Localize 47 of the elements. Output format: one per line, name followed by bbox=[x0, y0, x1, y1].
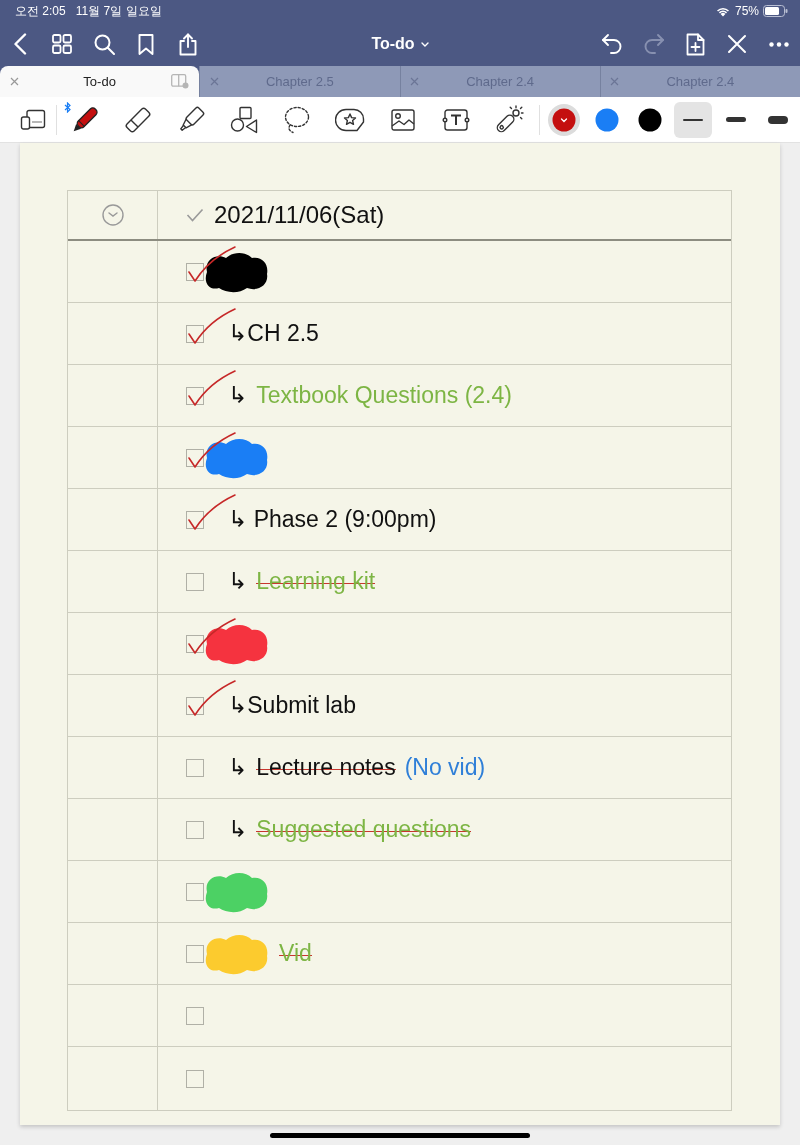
close-icon[interactable] bbox=[9, 77, 19, 86]
check-icon bbox=[186, 208, 204, 222]
handwritten-text: ↳CH 2.5 bbox=[228, 320, 319, 347]
back-icon bbox=[13, 33, 27, 55]
redo-icon bbox=[642, 33, 665, 55]
check-mark-icon bbox=[187, 244, 237, 285]
handwritten-text: (No vid) bbox=[404, 754, 486, 781]
battery-icon bbox=[763, 5, 788, 17]
battery-percent: 75% bbox=[734, 4, 759, 18]
grid-icon bbox=[52, 34, 72, 54]
line-width-icon bbox=[682, 118, 703, 121]
undo-icon bbox=[600, 33, 623, 55]
wifi-icon bbox=[714, 5, 731, 17]
lasso-icon bbox=[284, 105, 311, 134]
status-time: 오전 2:05 bbox=[15, 2, 66, 20]
text-box-icon bbox=[441, 108, 470, 131]
tab[interactable]: To-do bbox=[0, 66, 200, 97]
handwritten-text: ↳Submit lab bbox=[228, 692, 356, 719]
line-width-icon bbox=[768, 115, 789, 124]
handwritten-text: ↳ Phase 2 (9:00pm) bbox=[228, 506, 437, 533]
search-icon bbox=[93, 33, 115, 55]
check-mark-icon bbox=[187, 430, 237, 471]
stroke-width-button[interactable] bbox=[673, 101, 712, 138]
image-icon bbox=[390, 108, 415, 131]
handwritten-text: ↳ bbox=[228, 816, 248, 843]
handwritten-date: 2021/11/06(Sat) bbox=[214, 201, 385, 229]
chevron-down-icon bbox=[420, 41, 429, 47]
check-mark-icon bbox=[187, 616, 237, 657]
add-page-icon bbox=[686, 32, 705, 56]
chevron-down-icon bbox=[560, 117, 567, 122]
more-icon bbox=[769, 41, 790, 47]
shapes-icon bbox=[230, 105, 259, 134]
bluetooth-icon bbox=[63, 101, 71, 113]
share-icon bbox=[179, 32, 197, 56]
handwritten-text: Textbook Questions (2.4) bbox=[256, 382, 512, 409]
handwritten-text: ↳ bbox=[228, 382, 248, 409]
title-button[interactable]: To-do bbox=[367, 33, 433, 55]
tablet-icon bbox=[19, 108, 46, 131]
handwritten-text: ↳ bbox=[228, 568, 248, 595]
clock-icon bbox=[101, 204, 124, 226]
status-date: 11월 7일 일요일 bbox=[75, 2, 162, 20]
sticker-icon bbox=[335, 107, 365, 132]
bookmark-icon bbox=[138, 33, 154, 55]
handwritten-text: ↳ bbox=[228, 754, 248, 781]
close-icon bbox=[727, 34, 748, 54]
eraser-icon bbox=[123, 104, 154, 135]
line-width-icon bbox=[725, 117, 746, 122]
